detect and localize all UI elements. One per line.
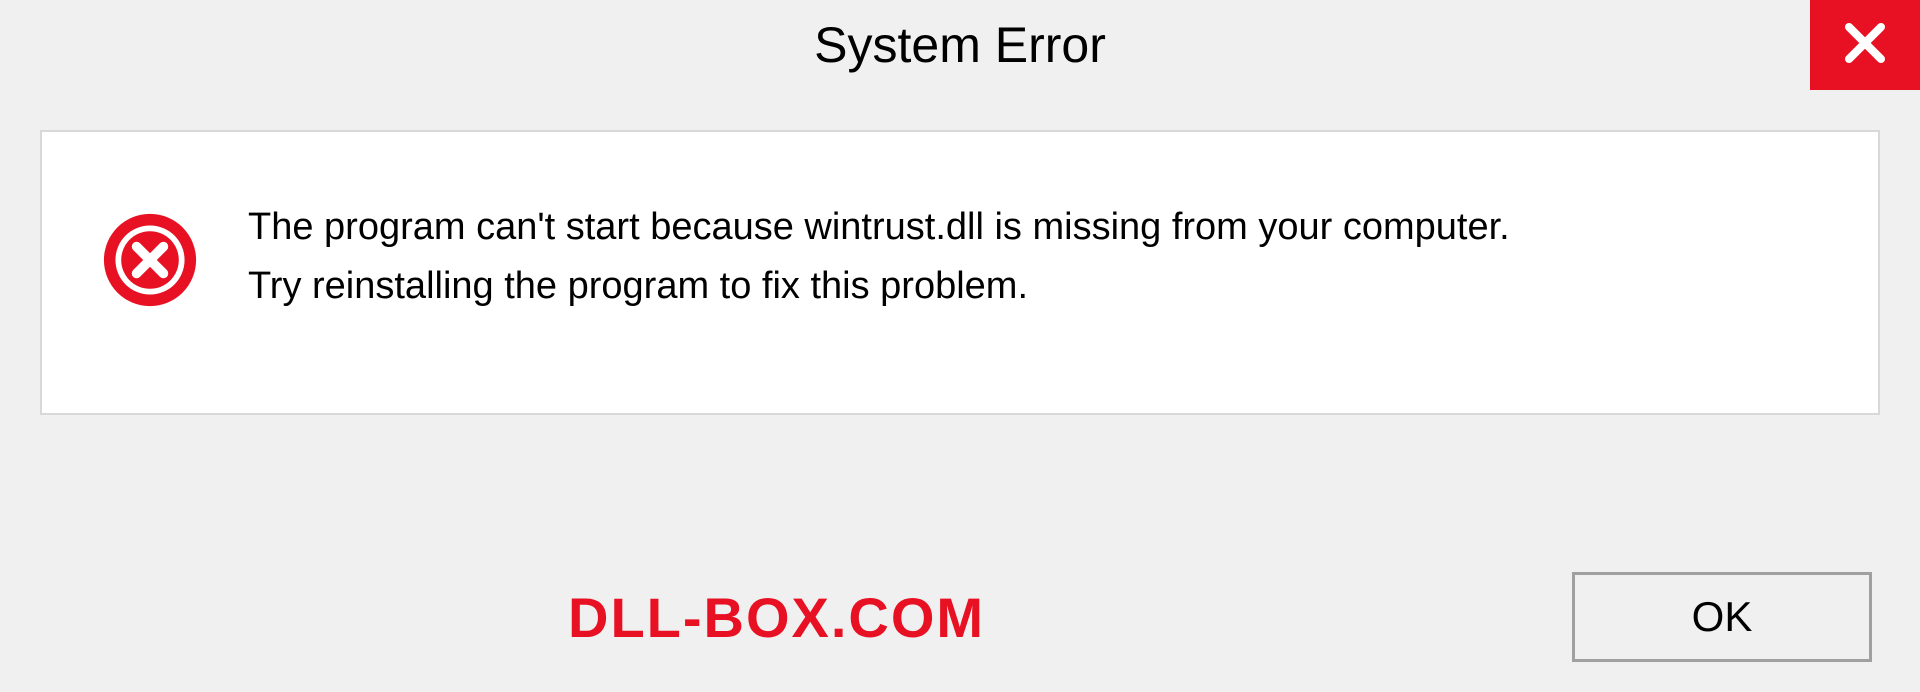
close-icon — [1841, 19, 1889, 72]
message-block: The program can't start because wintrust… — [248, 202, 1510, 313]
dialog-title: System Error — [814, 16, 1106, 74]
watermark-text: DLL-BOX.COM — [568, 585, 985, 650]
message-panel: The program can't start because wintrust… — [40, 130, 1880, 415]
close-button[interactable] — [1810, 0, 1920, 90]
error-icon — [102, 212, 198, 308]
message-line-1: The program can't start because wintrust… — [248, 202, 1510, 253]
ok-button[interactable]: OK — [1572, 572, 1872, 662]
titlebar: System Error — [0, 0, 1920, 90]
footer: DLL-BOX.COM OK — [0, 572, 1920, 662]
message-line-2: Try reinstalling the program to fix this… — [248, 261, 1510, 312]
